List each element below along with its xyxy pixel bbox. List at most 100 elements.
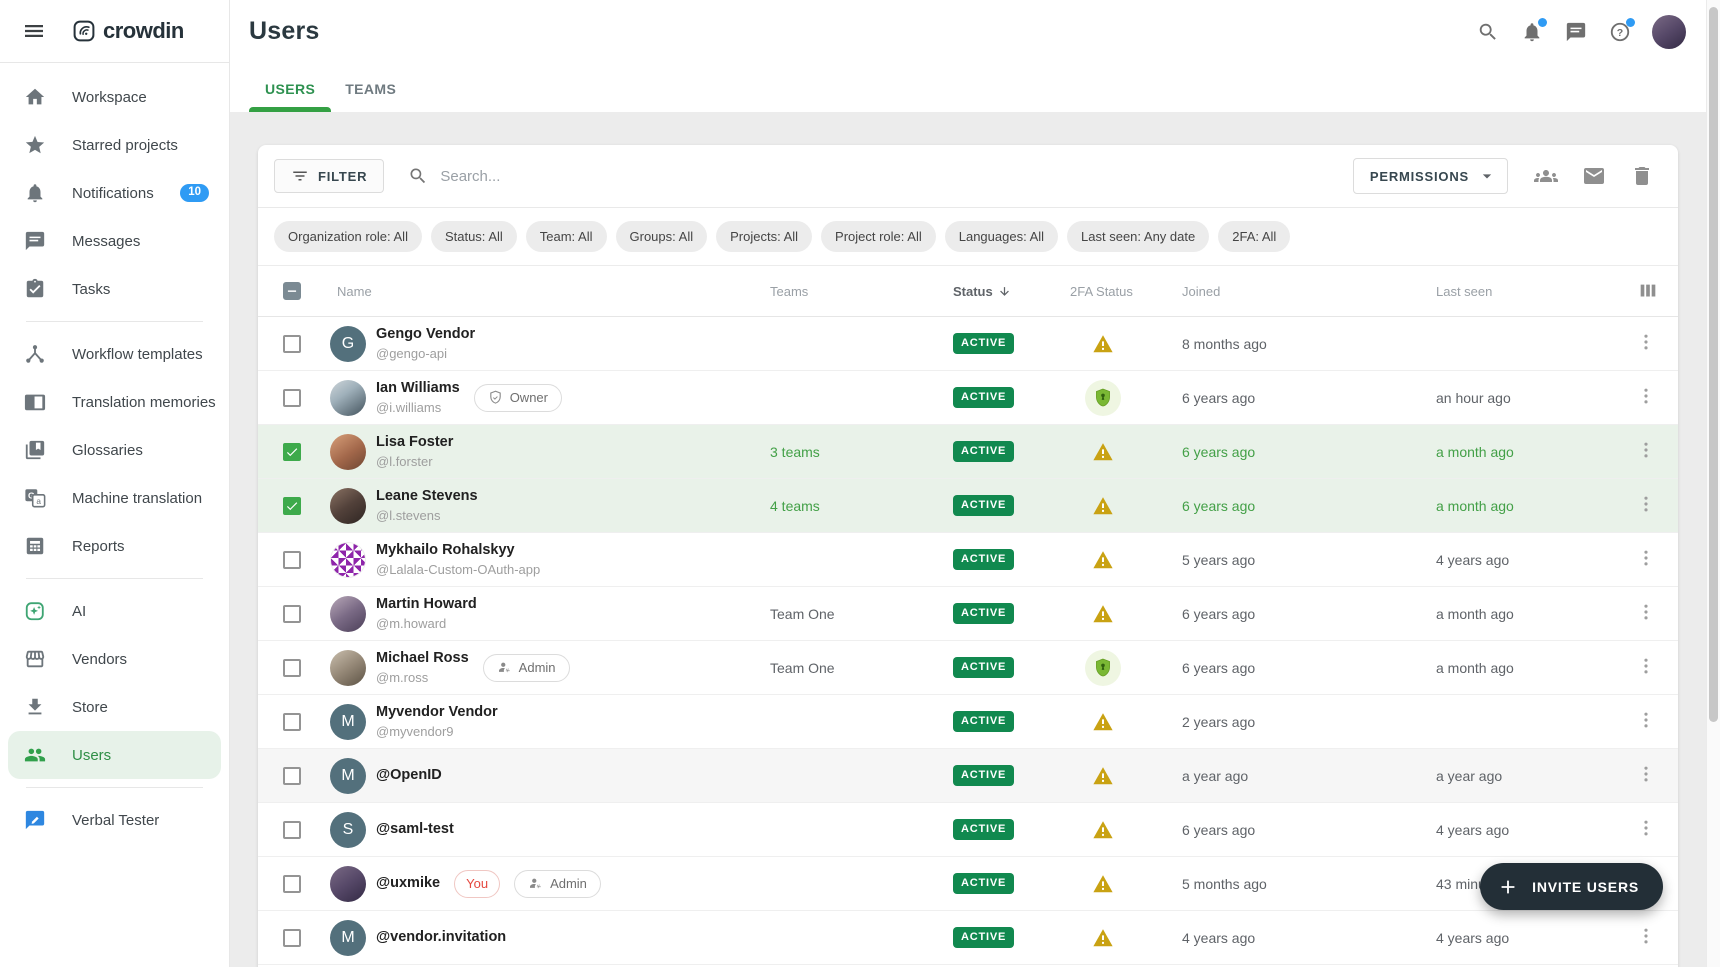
sidebar-item-translation-memories[interactable]: Translation memories <box>8 378 221 426</box>
table-row-l-forster[interactable]: Lisa Foster@l.forster3 teamsACTIVE6 year… <box>258 425 1678 479</box>
filter-chip-languages[interactable]: Languages: All <box>945 221 1058 252</box>
row-menu-kebab-icon[interactable] <box>1636 656 1660 680</box>
row-menu-kebab-icon[interactable] <box>1636 602 1660 626</box>
table-row-vendor-invitation[interactable]: M@vendor.invitationACTIVE4 years ago4 ye… <box>258 911 1678 965</box>
row-menu-kebab-icon[interactable] <box>1636 440 1660 464</box>
user-display-name[interactable]: Ian Williams <box>376 380 460 397</box>
filter-chip-projects[interactable]: Projects: All <box>716 221 812 252</box>
user-display-name[interactable]: Mykhailo Rohalskyy <box>376 542 540 559</box>
search-icon[interactable] <box>1476 20 1500 44</box>
sidebar-item-machine-translation[interactable]: GaMachine translation <box>8 474 221 522</box>
user-display-name[interactable]: Leane Stevens <box>376 488 478 505</box>
messages-icon[interactable] <box>1564 20 1588 44</box>
filter-chip-groups[interactable]: Groups: All <box>616 221 708 252</box>
filter-chip-last-seen[interactable]: Last seen: Any date <box>1067 221 1209 252</box>
filter-chip-project-role[interactable]: Project role: All <box>821 221 936 252</box>
row-checkbox[interactable] <box>283 443 301 461</box>
row-menu-kebab-icon[interactable] <box>1636 926 1660 950</box>
user-display-name[interactable]: Martin Howard <box>376 596 477 613</box>
sidebar-item-store[interactable]: Store <box>8 683 221 731</box>
row-menu-kebab-icon[interactable] <box>1636 386 1660 410</box>
table-row-uxmike[interactable]: @uxmikeYouAdminACTIVE5 months ago43 minu… <box>258 857 1678 911</box>
user-display-name[interactable]: Lisa Foster <box>376 434 453 451</box>
table-row-m-ross[interactable]: Michael Ross@m.rossAdminTeam OneACTIVE6 … <box>258 641 1678 695</box>
user-display-name[interactable]: Gengo Vendor <box>376 326 475 343</box>
teams-cell[interactable]: 3 teams <box>762 444 944 460</box>
hamburger-menu-icon[interactable] <box>22 19 46 43</box>
user-display-name[interactable]: Michael Ross <box>376 650 469 667</box>
teams-cell[interactable]: Team One <box>762 660 944 676</box>
crowdin-logo[interactable]: crowdin <box>72 18 184 44</box>
permissions-dropdown-button[interactable]: PERMISSIONS <box>1353 158 1508 194</box>
select-all-checkbox[interactable] <box>283 282 301 300</box>
search-input[interactable] <box>440 168 1353 185</box>
row-checkbox[interactable] <box>283 551 301 569</box>
column-header-status[interactable]: Status <box>944 284 1064 299</box>
tab-users[interactable]: USERS <box>265 81 315 112</box>
row-menu-kebab-icon[interactable] <box>1636 710 1660 734</box>
table-row-m-howard[interactable]: Martin Howard@m.howardTeam OneACTIVE6 ye… <box>258 587 1678 641</box>
notifications-icon[interactable] <box>1520 20 1544 44</box>
sidebar-item-workflow-templates[interactable]: Workflow templates <box>8 330 221 378</box>
column-header-joined[interactable]: Joined <box>1168 284 1414 299</box>
table-row-l-stevens[interactable]: Leane Stevens@l.stevens4 teamsACTIVE6 ye… <box>258 479 1678 533</box>
table-row-lalala-custom-oauth-app[interactable]: Mykhailo Rohalskyy@Lalala-Custom-OAuth-a… <box>258 533 1678 587</box>
teams-cell[interactable]: Team One <box>762 606 944 622</box>
user-display-name[interactable]: Myvendor Vendor <box>376 704 498 721</box>
row-checkbox[interactable] <box>283 767 301 785</box>
sidebar-item-messages[interactable]: Messages <box>8 217 221 265</box>
sidebar-item-starred-projects[interactable]: Starred projects <box>8 121 221 169</box>
sidebar-item-tasks[interactable]: Tasks <box>8 265 221 313</box>
row-menu-kebab-icon[interactable] <box>1636 332 1660 356</box>
sidebar-item-notifications[interactable]: Notifications10 <box>8 169 221 217</box>
sidebar-item-ai[interactable]: AI <box>8 587 221 635</box>
sidebar-item-workspace[interactable]: Workspace <box>8 73 221 121</box>
column-header-teams[interactable]: Teams <box>762 284 944 299</box>
user-display-name[interactable]: @uxmike <box>376 875 440 892</box>
table-row-gengo-api[interactable]: GGengo Vendor@gengo-apiACTIVE8 months ag… <box>258 317 1678 371</box>
row-menu-kebab-icon[interactable] <box>1636 818 1660 842</box>
sidebar-item-users[interactable]: Users <box>8 731 221 779</box>
row-checkbox[interactable] <box>283 659 301 677</box>
filter-chip-2fa[interactable]: 2FA: All <box>1218 221 1290 252</box>
filter-chip-organization-role[interactable]: Organization role: All <box>274 221 422 252</box>
filter-button[interactable]: FILTER <box>274 159 384 193</box>
table-row-saml-test[interactable]: S@saml-testACTIVE6 years ago4 years ago <box>258 803 1678 857</box>
email-action-icon[interactable] <box>1582 164 1606 188</box>
row-menu-kebab-icon[interactable] <box>1636 764 1660 788</box>
table-row-openid[interactable]: M@OpenIDACTIVEa year agoa year ago <box>258 749 1678 803</box>
help-icon[interactable]: ? <box>1608 20 1632 44</box>
table-row-i-williams[interactable]: Ian Williams@i.williamsOwnerACTIVE6 year… <box>258 371 1678 425</box>
user-display-name[interactable]: @OpenID <box>376 767 442 784</box>
teams-cell[interactable]: 4 teams <box>762 498 944 514</box>
column-header-last-seen[interactable]: Last seen <box>1414 284 1626 299</box>
filter-chip-team[interactable]: Team: All <box>526 221 607 252</box>
row-checkbox[interactable] <box>283 605 301 623</box>
row-checkbox[interactable] <box>283 929 301 947</box>
teams-action-icon[interactable] <box>1534 164 1558 188</box>
menu-icon[interactable] <box>22 19 46 43</box>
invite-users-button[interactable]: INVITE USERS <box>1480 863 1663 910</box>
sidebar-item-verbal-tester[interactable]: Verbal Tester <box>8 796 221 844</box>
delete-action-icon[interactable] <box>1630 164 1654 188</box>
row-menu-kebab-icon[interactable] <box>1636 548 1660 572</box>
sidebar-item-vendors[interactable]: Vendors <box>8 635 221 683</box>
page-scrollbar[interactable] <box>1706 0 1720 967</box>
column-header-2fa-status[interactable]: 2FA Status <box>1064 284 1168 299</box>
user-display-name[interactable]: @saml-test <box>376 821 454 838</box>
filter-chip-status[interactable]: Status: All <box>431 221 517 252</box>
column-settings[interactable] <box>1626 280 1670 302</box>
sidebar-item-glossaries[interactable]: Glossaries <box>8 426 221 474</box>
tab-teams[interactable]: TEAMS <box>345 81 396 112</box>
user-avatar[interactable] <box>1652 15 1686 49</box>
row-menu-kebab-icon[interactable] <box>1636 494 1660 518</box>
row-checkbox[interactable] <box>283 875 301 893</box>
table-row-myvendor9[interactable]: MMyvendor Vendor@myvendor9ACTIVE2 years … <box>258 695 1678 749</box>
row-checkbox[interactable] <box>283 713 301 731</box>
user-display-name[interactable]: @vendor.invitation <box>376 929 506 946</box>
sidebar-item-reports[interactable]: Reports <box>8 522 221 570</box>
column-header-name[interactable]: Name <box>314 284 762 299</box>
row-checkbox[interactable] <box>283 389 301 407</box>
row-checkbox[interactable] <box>283 821 301 839</box>
row-checkbox[interactable] <box>283 497 301 515</box>
